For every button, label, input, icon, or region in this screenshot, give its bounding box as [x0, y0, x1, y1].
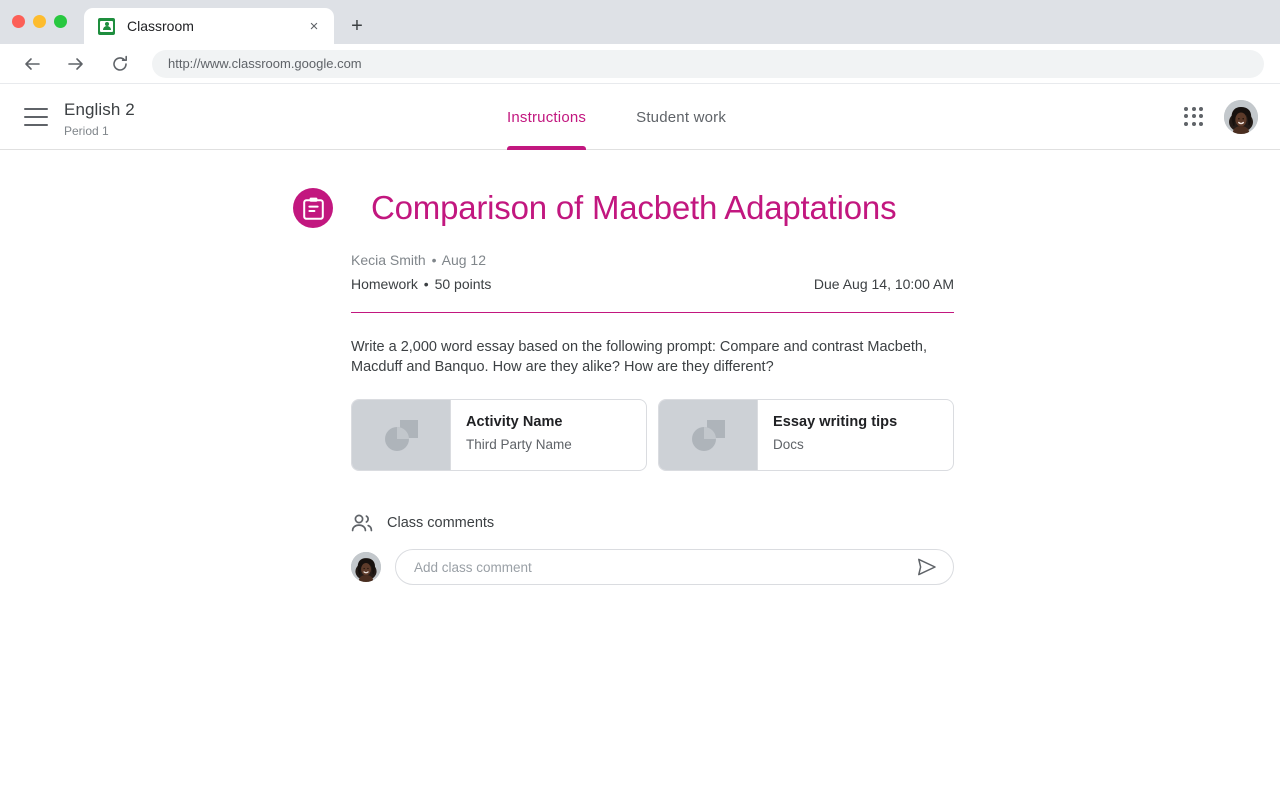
reload-icon[interactable]	[104, 48, 136, 80]
class-comments-label: Class comments	[387, 515, 495, 531]
browser-tab[interactable]: Classroom ×	[84, 8, 334, 44]
assignment-points: 50 points	[434, 276, 492, 292]
accent-divider	[351, 312, 954, 313]
attachment-card[interactable]: Activity Name Third Party Name	[351, 399, 647, 471]
window-close-button[interactable]	[12, 15, 25, 28]
placeholder-thumbnail-icon	[352, 400, 451, 470]
assignment-meta: Kecia Smith • Aug 12 Homework • 50 point…	[351, 250, 954, 292]
assignment-posted-date: Aug 12	[441, 252, 486, 268]
class-info[interactable]: English 2 Period 1	[64, 100, 135, 139]
assignment-author: Kecia Smith	[351, 252, 426, 268]
add-comment-row	[351, 549, 954, 585]
attachment-card[interactable]: Essay writing tips Docs	[658, 399, 954, 471]
details-separator: •	[423, 276, 429, 292]
window-minimize-button[interactable]	[33, 15, 46, 28]
class-name: English 2	[64, 100, 135, 119]
header-right-actions	[1184, 99, 1258, 134]
hamburger-menu-icon[interactable]	[24, 107, 48, 126]
apps-grid-icon[interactable]	[1184, 106, 1204, 127]
people-icon	[351, 513, 373, 533]
header-tabs: Instructions Student work	[507, 84, 750, 150]
attachment-text: Activity Name Third Party Name	[451, 400, 646, 470]
close-icon[interactable]: ×	[304, 16, 324, 36]
tab-instructions[interactable]: Instructions	[507, 84, 612, 150]
assignment-clipboard-icon	[293, 188, 333, 228]
avatar[interactable]	[351, 552, 381, 582]
byline-separator: •	[431, 252, 437, 268]
placeholder-thumbnail-icon	[659, 400, 758, 470]
tab-instructions-label: Instructions	[507, 108, 587, 126]
class-comments-section: Class comments	[351, 513, 954, 585]
address-bar-url: http://www.classroom.google.com	[168, 56, 362, 71]
browser-titlebar: Classroom × +	[0, 0, 1280, 44]
assignment-category-points: Homework • 50 points	[351, 276, 491, 292]
class-period: Period 1	[64, 124, 109, 138]
attachment-text: Essay writing tips Docs	[758, 400, 953, 470]
window-maximize-button[interactable]	[54, 15, 67, 28]
app-header: English 2 Period 1 Instructions Student …	[0, 84, 1280, 150]
assignment-details: Homework • 50 points Due Aug 14, 10:00 A…	[351, 276, 954, 292]
assignment-sheet: Comparison of Macbeth Adaptations Kecia …	[290, 150, 954, 585]
comment-input[interactable]	[414, 559, 915, 575]
comment-input-container[interactable]	[395, 549, 954, 585]
assignment-description: Write a 2,000 word essay based on the fo…	[351, 339, 928, 375]
send-paper-plane-icon[interactable]	[915, 555, 939, 579]
attachment-subtitle: Docs	[773, 437, 804, 452]
main-content: Comparison of Macbeth Adaptations Kecia …	[0, 150, 1280, 800]
classroom-logo-icon	[98, 17, 115, 35]
back-arrow-icon[interactable]	[16, 48, 48, 80]
page-title: Comparison of Macbeth Adaptations	[371, 189, 897, 226]
avatar[interactable]	[1224, 99, 1258, 134]
assignment-category: Homework	[351, 276, 418, 292]
assignment-due-date: Due Aug 14, 10:00 AM	[813, 276, 954, 292]
browser-tab-title: Classroom	[127, 18, 194, 34]
attachment-title: Activity Name	[466, 414, 563, 430]
assignment-byline: Kecia Smith • Aug 12	[351, 250, 954, 270]
class-comments-header: Class comments	[351, 513, 954, 533]
assignment-title-row: Comparison of Macbeth Adaptations	[290, 150, 954, 228]
tab-student-work[interactable]: Student work	[612, 84, 750, 150]
attachment-subtitle: Third Party Name	[466, 437, 572, 452]
new-tab-button[interactable]: +	[344, 13, 370, 39]
address-bar[interactable]: http://www.classroom.google.com	[152, 49, 1264, 78]
window-traffic-lights	[12, 15, 67, 28]
tab-student-work-label: Student work	[636, 108, 727, 126]
browser-toolbar: http://www.classroom.google.com	[0, 44, 1280, 84]
attachment-title: Essay writing tips	[773, 414, 898, 430]
forward-arrow-icon[interactable]	[60, 48, 92, 80]
attachment-list: Activity Name Third Party Name Essay wri…	[351, 399, 954, 471]
